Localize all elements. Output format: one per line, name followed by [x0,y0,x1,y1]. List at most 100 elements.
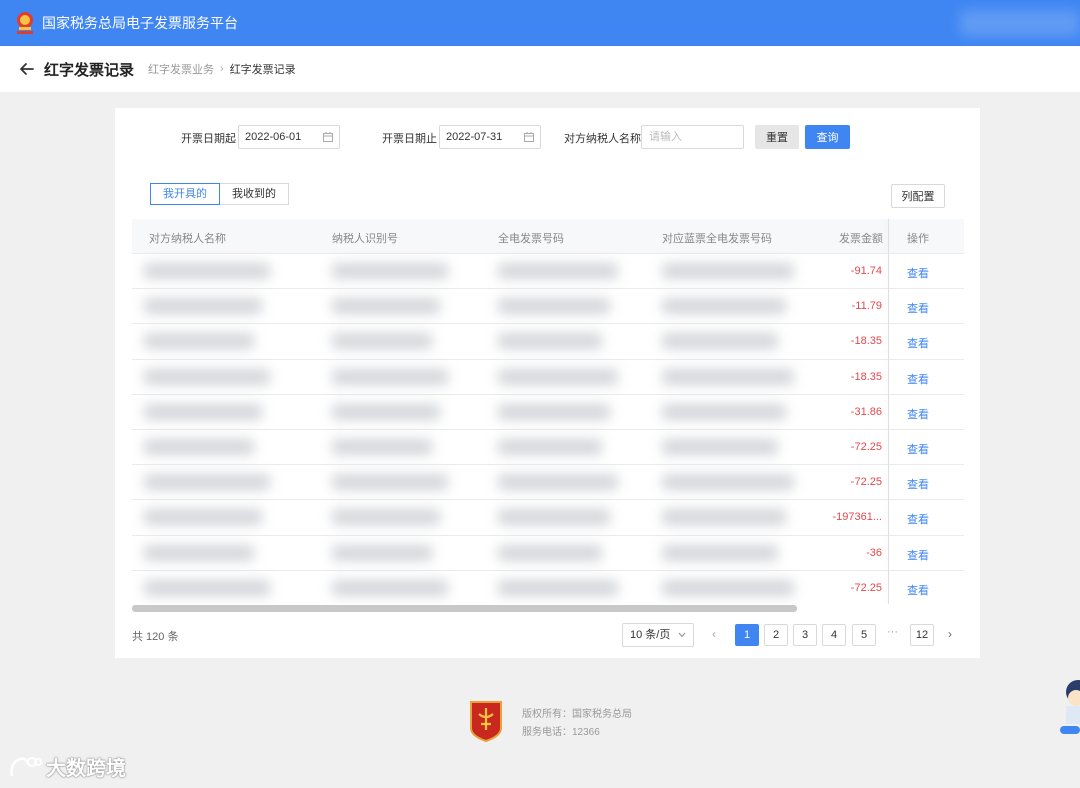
footer-phone: 服务电话：12366 [522,727,600,738]
col-invoice-number: 全电发票号码 [498,233,564,245]
redacted-cell [332,403,440,420]
view-link[interactable]: 查看 [907,265,929,281]
redacted-cell [332,438,432,455]
page-size-select[interactable]: 10 条/页 [622,623,694,647]
table-header: 对方纳税人名称 纳税人识别号 全电发票号码 对应蓝票全电发票号码 发票金额 操作 [132,219,964,254]
footer-copyright: 版权所有：国家税务总局 [522,709,632,720]
footer-info: 版权所有：国家税务总局 服务电话：12366 [522,706,632,742]
redacted-cell [498,509,610,526]
breadcrumb: 红字发票业务 › 红字发票记录 [148,61,296,77]
redacted-cell [662,579,794,596]
redacted-cell [498,333,602,350]
invoice-amount-cell: -197361... [832,511,882,524]
redacted-cell [144,438,254,455]
start-date-value: 2022-06-01 [245,131,302,143]
invoice-amount-cell: -36 [866,546,882,559]
counterparty-name-input[interactable] [641,125,744,149]
redacted-cell [498,579,618,596]
view-link[interactable]: 查看 [907,582,929,598]
redacted-cell [662,333,778,350]
page-button-4[interactable]: 4 [822,624,846,646]
table-row: -197361... 查看 [132,500,964,536]
col-blue-invoice-number: 对应蓝票全电发票号码 [662,233,772,245]
redacted-cell [144,263,270,279]
col-operation: 操作 [907,233,929,245]
reset-button[interactable]: 重置 [755,125,799,149]
watermark: 大数跨境 [8,752,126,781]
page-header: 红字发票记录 红字发票业务 › 红字发票记录 [0,46,1080,92]
view-link[interactable]: 查看 [907,371,929,387]
redacted-cell [662,509,786,526]
view-link[interactable]: 查看 [907,300,929,316]
assistant-mascot-icon[interactable] [1058,676,1080,736]
redacted-cell [332,263,448,279]
tab-received[interactable]: 我收到的 [220,183,289,205]
redacted-cell [498,298,610,315]
redacted-cell [332,368,448,385]
view-link[interactable]: 查看 [907,547,929,563]
table-row: -11.79 查看 [132,289,964,325]
next-page-icon[interactable]: › [948,627,952,641]
invoice-amount-cell: -91.74 [850,265,882,277]
redacted-cell [662,403,786,420]
redacted-cell [332,333,432,350]
table-row: -72.25 查看 [132,465,964,501]
table-row: -36 查看 [132,536,964,571]
prev-page-icon[interactable]: ‹ [712,627,716,641]
redacted-cell [144,544,254,561]
redacted-cell [498,474,618,491]
tax-emblem-icon [17,12,33,34]
view-link[interactable]: 查看 [907,441,929,457]
breadcrumb-item-red-invoice-business[interactable]: 红字发票业务 [148,61,214,77]
invoice-amount-cell: -72.25 [850,440,882,453]
page-button-5[interactable]: 5 [852,624,876,646]
page-button-3[interactable]: 3 [793,624,817,646]
watermark-logo-icon [10,756,42,776]
redacted-cell [662,368,794,385]
redacted-cell [498,368,618,385]
view-link[interactable]: 查看 [907,476,929,492]
start-date-input[interactable]: 2022-06-01 [238,125,340,149]
page-button-12[interactable]: 12 [910,624,934,646]
invoice-table: 对方纳税人名称 纳税人识别号 全电发票号码 对应蓝票全电发票号码 发票金额 操作… [132,219,964,604]
counterparty-name-label: 对方纳税人名称 [564,133,641,145]
page-button-1[interactable]: 1 [735,624,759,646]
redacted-cell [332,579,448,596]
redacted-cell [498,263,618,279]
redacted-cell [144,368,270,385]
page-ellipsis[interactable]: ··· [887,626,898,638]
redacted-cell [144,298,262,315]
redacted-cell [332,544,432,561]
user-info-blurred[interactable] [960,10,1080,36]
end-date-value: 2022-07-31 [446,131,503,143]
table-row: -31.86 查看 [132,395,964,430]
table-row: -18.35 查看 [132,324,964,360]
page-title: 红字发票记录 [44,61,135,79]
filter-row: 开票日期起 2022-06-01 开票日期止 2022-07-31 对方纳税人名… [115,125,980,149]
start-date-label: 开票日期起 [181,133,236,145]
redacted-cell [662,474,794,491]
invoice-amount-cell: -18.35 [850,335,882,348]
view-link[interactable]: 查看 [907,511,929,527]
view-link[interactable]: 查看 [907,406,929,422]
table-row: -72.25 查看 [132,571,964,604]
table-body: -91.74 查看 -11.79 查看 -18.35 查看 -18.35 查看 -31.86 查看… [132,254,964,604]
col-counterparty-name: 对方纳税人名称 [149,233,226,245]
horizontal-scrollbar[interactable] [132,605,797,612]
watermark-text: 大数跨境 [46,758,126,780]
redacted-cell [144,579,270,596]
invoice-amount-cell: -18.35 [850,370,882,383]
calendar-icon [323,132,333,142]
end-date-input[interactable]: 2022-07-31 [439,125,541,149]
invoice-direction-tabs: 我开具的 我收到的 [150,183,289,205]
table-row: -18.35 查看 [132,360,964,395]
tab-issued[interactable]: 我开具的 [150,183,220,205]
back-arrow-icon[interactable] [18,60,36,78]
view-link[interactable]: 查看 [907,335,929,351]
page-size-value: 10 条/页 [630,629,671,641]
column-config-button[interactable]: 列配置 [891,184,945,208]
app-title: 国家税务总局电子发票服务平台 [42,15,238,31]
chevron-down-icon [678,632,686,638]
query-button[interactable]: 查询 [805,125,850,149]
page-button-2[interactable]: 2 [764,624,788,646]
